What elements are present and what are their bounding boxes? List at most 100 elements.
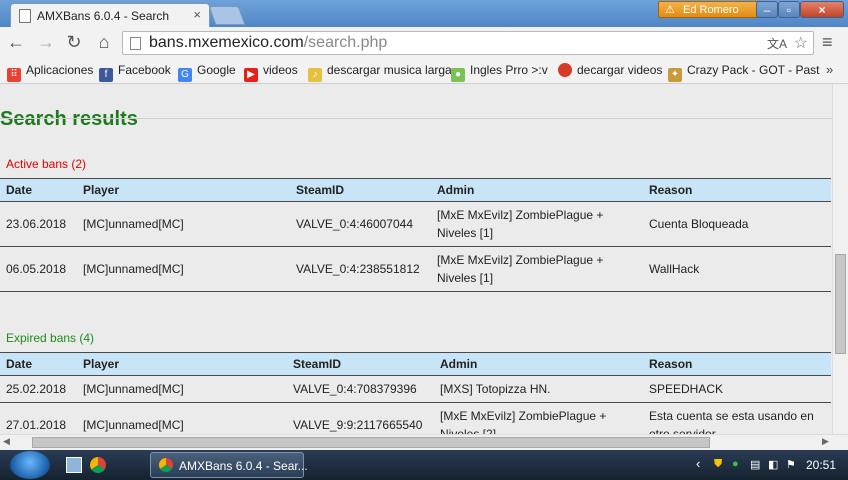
facebook-icon: f [99, 68, 113, 82]
shield-icon[interactable]: ⛊ [714, 458, 722, 471]
cell-player: [MC]unnamed[MC] [77, 402, 287, 434]
forward-icon[interactable]: → [36, 32, 56, 53]
task-label: AMXBans 6.0.4 - Sear... [179, 459, 308, 473]
reload-icon[interactable]: ↻ [64, 32, 84, 53]
menu-icon[interactable]: ≡ [822, 32, 833, 53]
antivirus-icon[interactable]: ● [732, 458, 739, 470]
cell-player: [MC]unnamed[MC] [77, 201, 290, 247]
table-row[interactable]: 23.06.2018 [MC]unnamed[MC] VALVE_0:4:460… [0, 201, 831, 247]
url-text: bans.mxemexico.com/search.php [149, 34, 387, 52]
bookmark-decargar-videos[interactable]: decargar videos [558, 63, 662, 77]
translate-icon[interactable]: 文A [767, 35, 787, 52]
browser-toolbar: ← → ↻ ⌂ bans.mxemexico.com/search.php 文A… [0, 27, 848, 60]
column-header: Date [0, 352, 77, 376]
new-tab-button[interactable] [208, 6, 246, 25]
browser-tab[interactable]: AMXBans 6.0.4 - Search × [10, 3, 210, 27]
bookmark-descargar-musica[interactable]: ♪ descargar musica larga [308, 63, 452, 82]
cell-date: 23.06.2018 [0, 201, 77, 247]
url-host: bans.mxemexico.com [149, 34, 304, 51]
tab-title: AMXBans 6.0.4 - Search [37, 9, 170, 23]
apps-grid-icon: ⠿ [7, 68, 21, 82]
active-bans-table: Date Player SteamID Admin Reason 23.06.2… [0, 178, 831, 292]
column-header: SteamID [287, 352, 434, 376]
google-icon: G [178, 68, 192, 82]
cell-steamid: VALVE_0:4:708379396 [287, 375, 434, 403]
cell-steamid: VALVE_0:4:46007044 [290, 201, 431, 247]
bookmark-label: descargar musica larga [327, 63, 452, 77]
user-profile-button[interactable]: ⚠ Ed Romero [658, 1, 770, 18]
scroll-left-icon[interactable]: ◀ [3, 436, 10, 447]
cell-reason: Esta cuenta se esta usando en otro servi… [643, 402, 831, 434]
tray-expand-icon[interactable]: ‹ [696, 456, 700, 471]
divider [0, 118, 832, 119]
bookmark-crazy-pack[interactable]: ✦ Crazy Pack - GOT - Past [668, 63, 819, 82]
home-icon[interactable]: ⌂ [94, 32, 114, 53]
show-desktop-icon[interactable] [66, 457, 82, 473]
android-icon: ● [451, 68, 465, 82]
bookmark-label: videos [263, 63, 298, 77]
bookmarks-more-icon[interactable]: » [826, 62, 833, 77]
cell-date: 25.02.2018 [0, 375, 77, 403]
cell-player: [MC]unnamed[MC] [77, 375, 287, 403]
taskbar-chrome-window[interactable]: AMXBans 6.0.4 - Sear... [150, 452, 308, 478]
bookmark-aplicaciones[interactable]: ⠿ Aplicaciones [7, 63, 93, 82]
bookmark-ingles[interactable]: ● Ingles Prro >:v [451, 63, 548, 82]
cell-admin: [MxE MxEvilz] ZombiePlague + Niveles [1] [431, 246, 643, 292]
network-icon[interactable]: ▤ [750, 458, 760, 471]
cell-reason: Cuenta Bloqueada [643, 201, 831, 247]
address-bar[interactable]: bans.mxemexico.com/search.php 文A ☆ [122, 31, 814, 55]
horizontal-scroll-thumb[interactable] [32, 437, 710, 448]
cell-steamid: VALVE_0:4:238551812 [290, 246, 431, 292]
bookmark-label: decargar videos [577, 63, 663, 77]
minimize-button[interactable]: – [756, 1, 778, 18]
bookmarks-bar: ⠿ Aplicaciones f Facebook G Google ▶ videos … [0, 59, 848, 84]
user-name: Ed Romero [683, 4, 739, 16]
page-content: Search results Active bans (2) Date Play… [0, 84, 832, 434]
vertical-scroll-thumb[interactable] [835, 254, 846, 354]
back-icon[interactable]: ← [6, 32, 26, 53]
scroll-right-icon[interactable]: ▶ [822, 436, 829, 447]
table-row[interactable]: 06.05.2018 [MC]unnamed[MC] VALVE_0:4:238… [0, 246, 831, 292]
column-header: Admin [434, 352, 643, 376]
bookmark-label: Aplicaciones [26, 63, 94, 77]
bookmark-label: Google [197, 63, 236, 77]
bookmark-videos[interactable]: ▶ videos [244, 63, 298, 82]
cell-steamid: VALVE_9:9:2117665540 [287, 402, 434, 434]
start-button[interactable] [10, 451, 50, 479]
close-window-button[interactable]: × [800, 1, 844, 18]
cell-admin: [MxE MxEvilz] ZombiePlague + Niveles [2] [434, 402, 643, 434]
cell-date: 27.01.2018 [0, 402, 77, 434]
expired-bans-label: Expired bans (4) [6, 331, 95, 345]
vertical-scrollbar[interactable] [832, 84, 848, 434]
column-header: Reason [643, 178, 831, 202]
volume-icon[interactable]: ◧ [768, 458, 778, 471]
column-header: Reason [643, 352, 831, 376]
table-header-row: Date Player SteamID Admin Reason [0, 352, 831, 376]
bookmark-facebook[interactable]: f Facebook [99, 63, 171, 82]
column-header: Player [77, 352, 287, 376]
horizontal-scrollbar[interactable]: ◀ ▶ [0, 434, 848, 450]
youtube-icon: ▶ [244, 68, 258, 82]
bookmark-google[interactable]: G Google [178, 63, 236, 82]
crazy-pack-icon: ✦ [668, 68, 682, 82]
table-row[interactable]: 25.02.2018 [MC]unnamed[MC] VALVE_0:4:708… [0, 375, 831, 403]
chrome-icon[interactable] [90, 457, 106, 473]
cell-player: [MC]unnamed[MC] [77, 246, 290, 292]
taskbar: AMXBans 6.0.4 - Sear... ‹ ⛊ ● ▤ ◧ ⚑ 20:5… [0, 450, 848, 480]
warning-icon: ⚠ [665, 4, 675, 16]
maximize-button[interactable]: ▫ [778, 1, 800, 18]
action-center-icon[interactable]: ⚑ [786, 458, 796, 471]
page-icon [130, 37, 141, 50]
active-bans-label: Active bans (2) [6, 157, 87, 171]
page-icon [19, 9, 31, 23]
column-header: Player [77, 178, 290, 202]
cell-reason: SPEEDHACK [643, 375, 831, 403]
tab-close-icon[interactable]: × [193, 7, 201, 22]
chrome-icon [159, 458, 173, 472]
column-header: Admin [431, 178, 643, 202]
bookmark-star-icon[interactable]: ☆ [794, 33, 808, 53]
table-row[interactable]: 27.01.2018 [MC]unnamed[MC] VALVE_9:9:211… [0, 402, 831, 434]
cell-admin: [MXS] Totopizza HN. [434, 375, 643, 403]
cell-reason: WallHack [643, 246, 831, 292]
clock[interactable]: 20:51 [806, 458, 836, 472]
